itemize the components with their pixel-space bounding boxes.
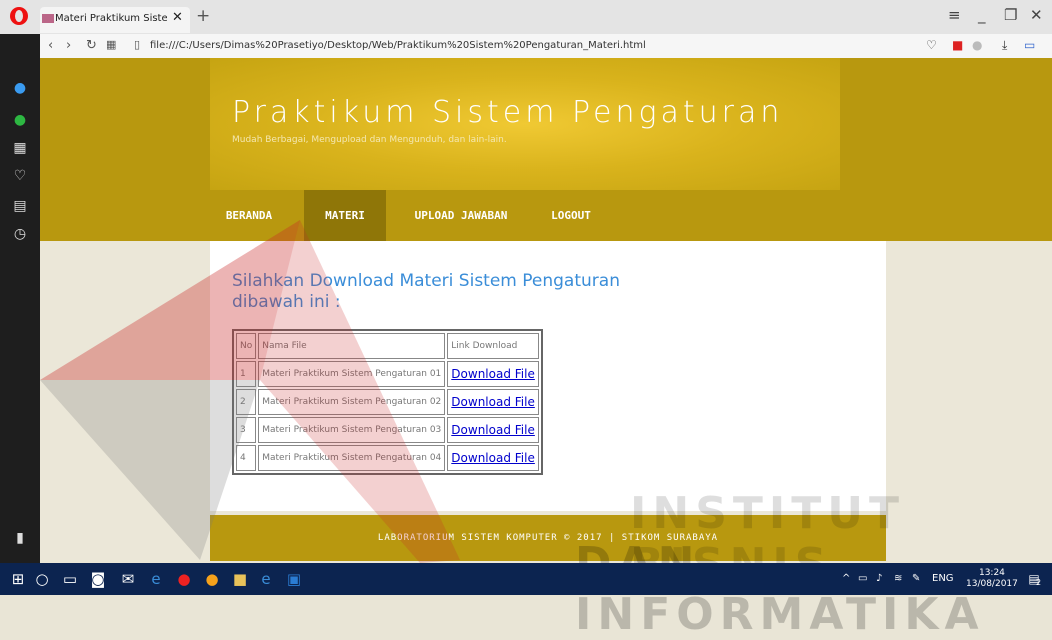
browser-tab[interactable]: Materi Praktikum Sistem P ✕ [40, 7, 190, 33]
speed-dial-icon[interactable]: ▦ [106, 38, 116, 51]
internet-explorer-icon[interactable]: e [256, 569, 276, 589]
task-view-icon[interactable]: ▭ [60, 569, 80, 589]
table-header-row: No Nama File Link Download [236, 333, 539, 359]
vpn-icon[interactable]: ● [972, 38, 982, 52]
row-file-name: Materi Praktikum Sistem Pengaturan 03 [258, 417, 446, 443]
bookmark-heart-icon[interactable]: ♡ [926, 38, 937, 52]
speed-dial-sidebar-icon[interactable]: ▦ [10, 138, 30, 158]
tab-menu-icon[interactable]: ≡ [948, 6, 961, 24]
download-link[interactable]: Download File [451, 423, 535, 437]
content-panel: Silahkan Download Materi Sistem Pengatur… [210, 241, 886, 511]
site-header: Praktikum Sistem Pengaturan Mudah Berbag… [40, 58, 1052, 241]
minimize-icon[interactable]: _ [978, 6, 986, 24]
start-icon[interactable]: ⊞ [8, 569, 28, 589]
menu-item-logout[interactable]: LOGOUT [536, 190, 606, 241]
row-no: 3 [236, 417, 257, 443]
tray-wifi-icon[interactable]: ≋ [894, 573, 902, 584]
extension-icon[interactable]: ■ [952, 38, 963, 52]
table-row: 1 Materi Praktikum Sistem Pengaturan 01 … [236, 361, 539, 387]
table-row: 2 Materi Praktikum Sistem Pengaturan 02 … [236, 389, 539, 415]
row-link-cell: Download File [447, 417, 539, 443]
page-heading: Silahkan Download Materi Sistem Pengatur… [232, 271, 620, 312]
search-icon[interactable]: ○ [32, 569, 52, 589]
tab-title: Materi Praktikum Sistem P [55, 13, 167, 24]
tab-close-icon[interactable]: ✕ [172, 10, 183, 25]
language-indicator[interactable]: ENG [932, 573, 954, 584]
news-icon[interactable]: ▤ [10, 196, 30, 216]
back-icon[interactable]: ‹ [48, 38, 53, 53]
tray-battery-icon[interactable]: ▭ [858, 573, 867, 584]
menu-item-beranda[interactable]: BERANDA [210, 190, 288, 241]
notification-count: 2 [1036, 578, 1042, 587]
forward-icon[interactable]: › [66, 38, 71, 53]
opera-logo-icon[interactable] [10, 7, 28, 25]
header-nama-file: Nama File [258, 333, 446, 359]
row-no: 1 [236, 361, 257, 387]
tray-chevron-icon[interactable]: ^ [842, 573, 850, 584]
table-row: 3 Materi Praktikum Sistem Pengaturan 03 … [236, 417, 539, 443]
edge-icon[interactable]: e [146, 569, 166, 589]
header-no: No [236, 333, 257, 359]
chrome-icon[interactable]: ● [202, 569, 222, 589]
sidebar-toggle-icon[interactable]: ▮ [10, 528, 30, 548]
browser-sidebar: ● ● ▦ ♡ ▤ ◷ ▮ [0, 34, 40, 563]
clock-date: 13/08/2017 [966, 579, 1018, 589]
restore-icon[interactable]: ❐ [1004, 6, 1017, 24]
taskbar-clock[interactable]: 13:24 13/08/2017 [966, 568, 1018, 590]
menu-item-materi[interactable]: MATERI [304, 190, 386, 241]
row-file-name: Materi Praktikum Sistem Pengaturan 02 [258, 389, 446, 415]
site-title: Praktikum Sistem Pengaturan [232, 95, 784, 130]
word-icon[interactable]: ▣ [284, 569, 304, 589]
site-subtitle: Mudah Berbagai, Mengupload dan Mengunduh… [232, 135, 507, 145]
menu-item-upload-jawaban[interactable]: UPLOAD JAWABAN [396, 190, 526, 241]
reload-icon[interactable]: ↻ [86, 38, 97, 53]
row-file-name: Materi Praktikum Sistem Pengaturan 01 [258, 361, 446, 387]
table-row: 4 Materi Praktikum Sistem Pengaturan 04 … [236, 445, 539, 471]
tray-pen-icon[interactable]: ✎ [912, 573, 920, 584]
row-link-cell: Download File [447, 445, 539, 471]
history-clock-icon[interactable]: ◷ [10, 224, 30, 244]
browser-tab-bar: Materi Praktikum Sistem P ✕ + ≡ _ ❐ ✕ [0, 0, 1052, 34]
close-window-icon[interactable]: ✕ [1030, 6, 1043, 24]
download-link[interactable]: Download File [451, 451, 535, 465]
windows-taskbar: ⊞ ○ ▭ ◙ ✉ e ● ● ■ e ▣ ^ ▭ ♪ ≋ ✎ ENG 13:2… [0, 563, 1052, 595]
page-info-icon[interactable]: ▯ [134, 38, 140, 51]
row-file-name: Materi Praktikum Sistem Pengaturan 04 [258, 445, 446, 471]
row-link-cell: Download File [447, 389, 539, 415]
messenger-icon[interactable]: ● [10, 78, 30, 98]
download-link[interactable]: Download File [451, 395, 535, 409]
clock-time: 13:24 [978, 568, 1005, 578]
download-link[interactable]: Download File [451, 367, 535, 381]
new-tab-icon[interactable]: + [196, 6, 210, 26]
row-no: 4 [236, 445, 257, 471]
downloads-icon[interactable]: ⤓ [1002, 38, 1007, 53]
file-table: No Nama File Link Download 1 Materi Prak… [232, 329, 543, 475]
bookmarks-heart-icon[interactable]: ♡ [10, 166, 30, 186]
tab-favicon-icon [42, 14, 54, 23]
opera-taskbar-icon[interactable]: ● [174, 569, 194, 589]
battery-saver-icon[interactable]: ▭ [1024, 38, 1035, 52]
store-icon[interactable]: ◙ [88, 569, 108, 589]
row-no: 2 [236, 389, 257, 415]
tray-volume-icon[interactable]: ♪ [876, 573, 882, 584]
whatsapp-icon[interactable]: ● [10, 110, 30, 130]
row-link-cell: Download File [447, 361, 539, 387]
url-field[interactable]: file:///C:/Users/Dimas%20Prasetiyo/Deskt… [150, 37, 920, 55]
mail-icon[interactable]: ✉ [118, 569, 138, 589]
header-link-download: Link Download [447, 333, 539, 359]
file-explorer-icon[interactable]: ■ [230, 569, 250, 589]
address-bar: ‹ › ↻ ▦ ▯ file:///C:/Users/Dimas%20Prase… [40, 34, 1052, 59]
